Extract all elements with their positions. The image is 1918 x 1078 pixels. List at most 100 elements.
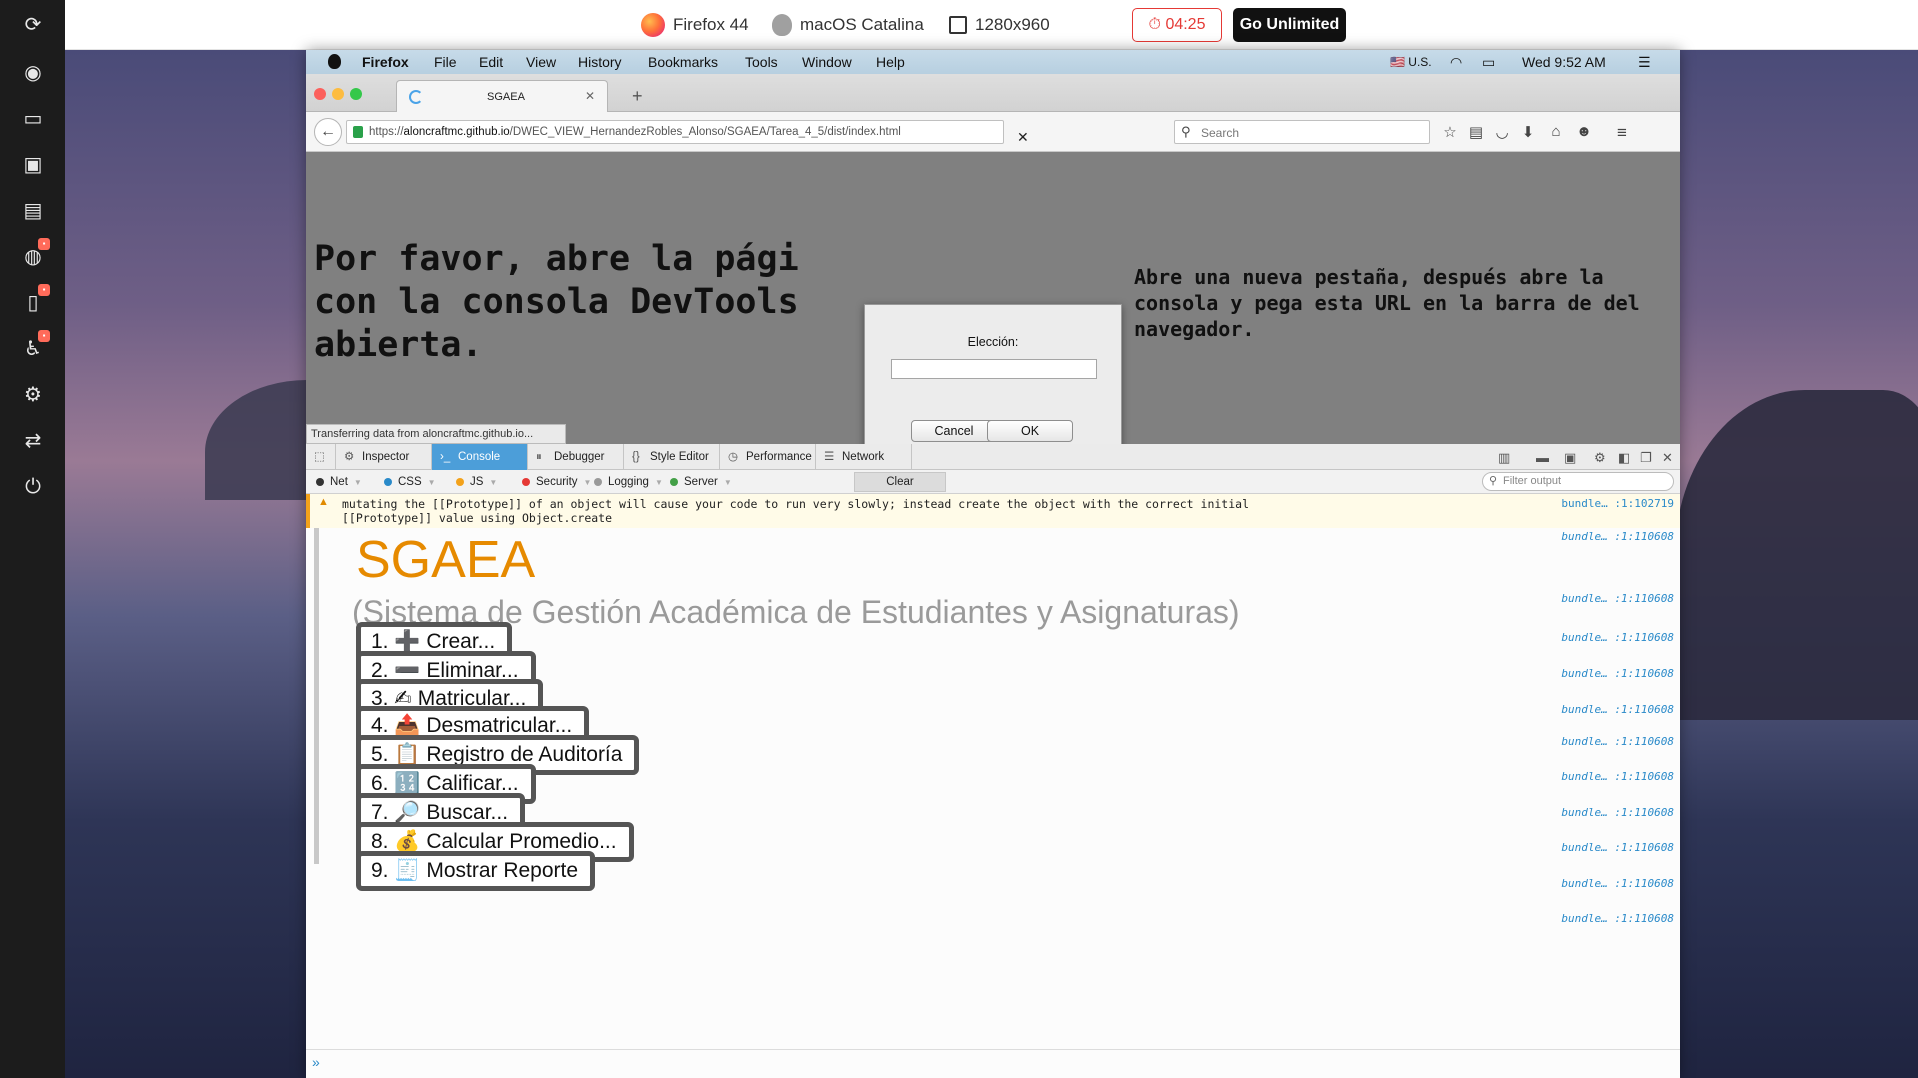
switch-icon[interactable]: ⇄: [20, 428, 46, 454]
console-warning: ▲ mutating the [[Prototype]] of an objec…: [306, 494, 1680, 528]
filter-js[interactable]: JS ▼: [452, 473, 497, 491]
responsive-mode-icon[interactable]: ▥: [1498, 450, 1510, 466]
filter-logging[interactable]: Logging ▼: [590, 473, 663, 491]
downloads-icon[interactable]: ⬇: [1518, 123, 1538, 141]
log-source-link[interactable]: bundle… :1:110608: [1561, 703, 1674, 716]
log-source-link[interactable]: bundle… :1:110608: [1561, 806, 1674, 819]
menu-window[interactable]: Window: [802, 53, 852, 71]
filter-server[interactable]: Server ▼: [666, 473, 732, 491]
globe-locked-icon[interactable]: ◍ ▪: [20, 238, 50, 270]
new-tab-button[interactable]: +: [632, 86, 643, 107]
prompt-dialog: Elección: Cancel OK: [864, 304, 1122, 444]
stop-loading-icon[interactable]: ✕: [1017, 129, 1029, 146]
url-bar[interactable]: https://aloncraftmc.github.io/DWEC_VIEW_…: [346, 120, 1029, 145]
bookmark-star-icon[interactable]: ☆: [1440, 123, 1460, 141]
undock-icon[interactable]: ❐: [1640, 450, 1652, 466]
log-source-link[interactable]: bundle… :1:110608: [1561, 631, 1674, 644]
wallpaper-island-right: [1675, 390, 1918, 720]
settings-icon[interactable]: ⚙: [20, 382, 46, 408]
close-tab-icon[interactable]: ✕: [585, 89, 595, 103]
tab-inspector[interactable]: ⚙ Inspector: [336, 444, 432, 470]
back-button[interactable]: ←: [314, 118, 342, 146]
bookmarks-list-icon[interactable]: ▤: [1466, 123, 1486, 141]
log-source-link[interactable]: bundle… :1:110608: [1561, 667, 1674, 680]
menu-edit[interactable]: Edit: [479, 53, 503, 71]
log-group-gutter: [314, 528, 319, 864]
tab-network[interactable]: ☰ Network: [816, 444, 912, 470]
menu-tools[interactable]: Tools: [745, 53, 778, 71]
log-source-link[interactable]: bundle… :1:110608: [1561, 770, 1674, 783]
apple-logo-icon: [772, 14, 792, 36]
menubar-clock[interactable]: Wed 9:52 AM: [1522, 53, 1606, 71]
power-icon[interactable]: ⏻: [20, 474, 46, 500]
close-window-button[interactable]: [314, 88, 326, 100]
filter-output-input[interactable]: ⚲ Filter output: [1482, 472, 1674, 491]
minimize-window-button[interactable]: [332, 88, 344, 100]
filter-security[interactable]: Security ▼: [518, 473, 591, 491]
scratchpad-icon[interactable]: ▬: [1536, 450, 1549, 465]
airplay-icon[interactable]: ▭: [1482, 53, 1495, 71]
tab-performance[interactable]: ◷ Performance: [720, 444, 816, 470]
monitor-icon[interactable]: ▤: [20, 198, 46, 224]
loading-spinner-icon: [409, 90, 423, 104]
zoom-window-button[interactable]: [350, 88, 362, 100]
log-source-link[interactable]: bundle… :1:110608: [1561, 912, 1674, 925]
ok-button[interactable]: OK: [987, 420, 1073, 442]
toolbox-options-icon[interactable]: ⚙: [1594, 450, 1606, 466]
console-output: ▲ mutating the [[Prototype]] of an objec…: [306, 494, 1680, 1049]
warning-source-link[interactable]: bundle… :1:102719: [1561, 497, 1674, 510]
logo-icon[interactable]: ⟳: [20, 12, 46, 38]
url-text: https://aloncraftmc.github.io/DWEC_VIEW_…: [369, 126, 901, 138]
log-source-link[interactable]: bundle… :1:110608: [1561, 877, 1674, 890]
go-unlimited-button[interactable]: Go Unlimited: [1233, 8, 1346, 42]
menu-view[interactable]: View: [526, 53, 556, 71]
filter-css[interactable]: CSS ▼: [380, 473, 436, 491]
video-icon[interactable]: ▭: [20, 106, 46, 132]
prompt-input[interactable]: [891, 359, 1097, 379]
log-source-link[interactable]: bundle… :1:110608: [1561, 530, 1674, 543]
close-devtools-icon[interactable]: ✕: [1662, 450, 1673, 466]
warning-icon: ▲: [318, 496, 329, 508]
cancel-button[interactable]: Cancel: [911, 420, 997, 442]
menu-bookmarks[interactable]: Bookmarks: [648, 53, 718, 71]
tab-console[interactable]: ›_ Console: [432, 444, 528, 470]
home-icon[interactable]: ⌂: [1546, 123, 1566, 140]
tab-style-editor[interactable]: {} Style Editor: [624, 444, 720, 470]
menu-file[interactable]: File: [434, 53, 457, 71]
element-picker-button[interactable]: ⬚: [306, 444, 336, 470]
wifi-icon[interactable]: ◠: [1450, 53, 1462, 71]
camera-icon[interactable]: ◉: [20, 60, 46, 86]
search-bar[interactable]: ⚲ Search: [1174, 120, 1430, 144]
screen-record-icon[interactable]: ▣: [20, 152, 46, 178]
log-source-link[interactable]: bundle… :1:110608: [1561, 592, 1674, 605]
input-source-indicator[interactable]: 🇺🇸 U.S.: [1390, 53, 1432, 71]
search-icon: ⚲: [1181, 124, 1191, 139]
menu-history[interactable]: History: [578, 53, 622, 71]
accessibility-locked-icon[interactable]: ♿ ▪: [20, 330, 50, 362]
secure-lock-icon[interactable]: [353, 126, 363, 138]
filter-net[interactable]: Net ▼: [312, 473, 362, 491]
prompt-label: Elección:: [967, 335, 1019, 349]
menu-firefox[interactable]: Firefox: [362, 53, 409, 71]
screenshot-icon[interactable]: ▣: [1564, 450, 1576, 466]
apple-menu-icon[interactable]: [328, 54, 341, 69]
tab-sgaea[interactable]: SGAEA ✕: [396, 80, 608, 112]
log-source-link[interactable]: bundle… :1:110608: [1561, 841, 1674, 854]
menu-help[interactable]: Help: [876, 53, 905, 71]
hello-chat-icon[interactable]: ☻: [1574, 123, 1594, 140]
console-prompt-icon: »: [312, 1054, 320, 1070]
notification-list-icon[interactable]: ☰: [1638, 53, 1651, 71]
hamburger-menu-icon[interactable]: ≡: [1612, 123, 1632, 143]
console-input-line[interactable]: »: [306, 1049, 1680, 1078]
device-locked-icon[interactable]: ▯ ▪: [20, 284, 50, 316]
navigation-toolbar: ← https://aloncraftmc.github.io/DWEC_VIE…: [306, 112, 1680, 152]
pocket-icon[interactable]: ◡: [1492, 123, 1512, 141]
os-info: macOS Catalina: [772, 13, 924, 37]
search-icon: ⚲: [1489, 475, 1498, 487]
session-banner: Firefox 44 macOS Catalina 1280x960 ⏱ 04:…: [65, 0, 1918, 50]
clear-console-button[interactable]: Clear: [854, 472, 946, 492]
tab-debugger[interactable]: ⏸ Debugger: [528, 444, 624, 470]
resolution-icon: [949, 16, 967, 34]
log-source-link[interactable]: bundle… :1:110608: [1561, 735, 1674, 748]
dock-side-icon[interactable]: ◧: [1618, 450, 1630, 466]
